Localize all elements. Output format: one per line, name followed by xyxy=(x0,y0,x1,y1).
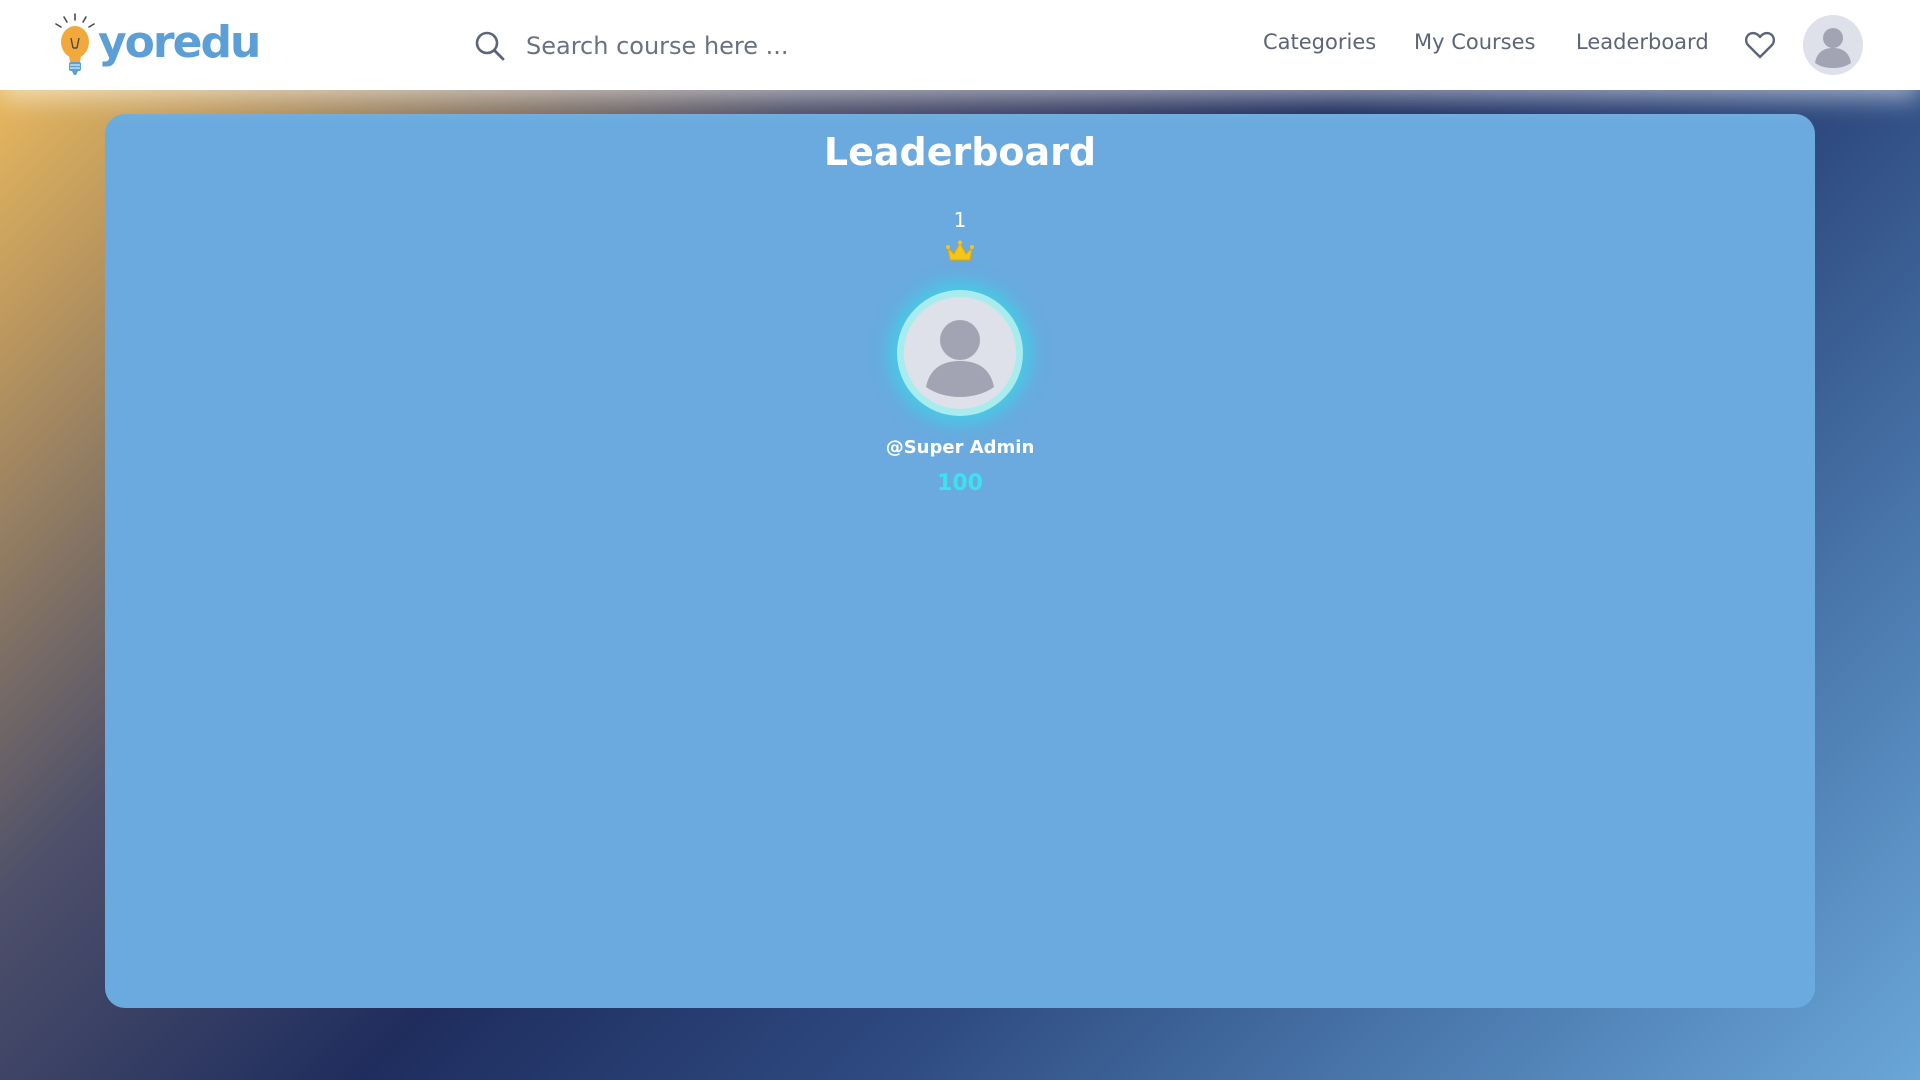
user-silhouette-icon xyxy=(1815,28,1851,68)
top-player-score: 100 xyxy=(937,471,983,496)
page: yoredu Categories My Courses Leaderboard… xyxy=(0,0,1920,1080)
user-silhouette-icon xyxy=(926,320,994,397)
lightbulb-logo-icon xyxy=(55,13,95,75)
rank-number: 1 xyxy=(953,208,967,232)
user-avatar-icon[interactable] xyxy=(1803,15,1863,75)
top-player-avatar[interactable] xyxy=(897,290,1023,416)
top-player-name: @Super Admin xyxy=(885,437,1035,458)
search-icon[interactable] xyxy=(474,30,506,62)
crown-icon xyxy=(946,240,974,261)
search-input[interactable] xyxy=(524,31,928,61)
logo-text: yoredu xyxy=(98,16,261,68)
nav-leaderboard[interactable]: Leaderboard xyxy=(1576,30,1709,54)
nav-categories[interactable]: Categories xyxy=(1263,30,1376,54)
search-bar xyxy=(474,28,928,64)
logo[interactable]: yoredu xyxy=(52,12,261,78)
avatar xyxy=(904,297,1016,409)
heart-icon[interactable] xyxy=(1744,30,1776,60)
nav-my-courses[interactable]: My Courses xyxy=(1414,30,1535,54)
leaderboard-title: Leaderboard xyxy=(823,130,1097,174)
top-navbar: yoredu Categories My Courses Leaderboard xyxy=(0,0,1920,90)
